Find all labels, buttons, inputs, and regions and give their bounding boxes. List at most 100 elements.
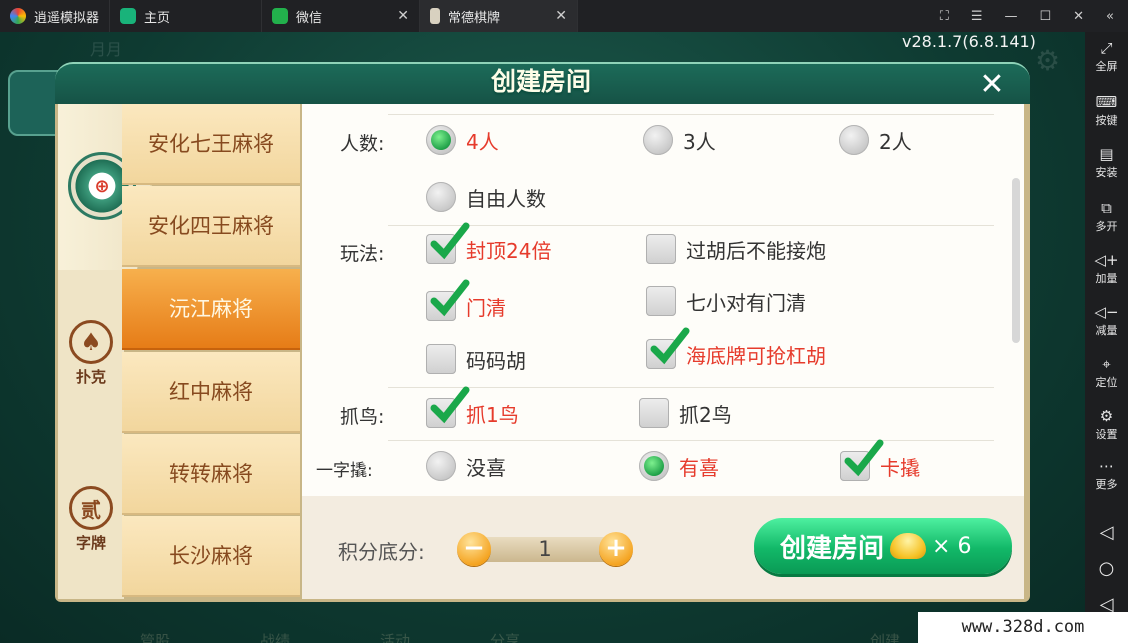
option-ka-qiao[interactable]: 卡撬 [840,439,920,483]
watermark: www.328d.com [918,612,1128,643]
fullscreen-icon: ⤢ [1100,39,1113,57]
option-label: 3人 [683,129,716,154]
app-title: 逍遥模拟器 [0,0,110,32]
room-cost: × 6 [932,533,972,559]
checkbox-icon [646,234,676,264]
sidebar-item-more[interactable]: ⋯ 更多 [1085,458,1128,492]
option-label: 卡撬 [880,455,920,480]
option-menqing[interactable]: 门清 [426,279,506,323]
option-2-players[interactable]: 2人 [839,123,912,157]
radio-icon [839,125,869,155]
base-score-label: 积分底分: [338,540,425,564]
list-item-anhua-4[interactable]: 安化四王麻将 [122,186,300,267]
create-room-dialog: 创建房间 ✕ ⊕ ♠ 扑克 贰 字牌 安化七王麻将 安化四王麻将 沅江麻将 红中… [55,62,1030,602]
option-no-xi[interactable]: 没喜 [426,449,506,483]
mahjong-list: 安化七王麻将 安化四王麻将 沅江麻将 红中麻将 转转麻将 长沙麻将 [122,104,300,599]
option-label: 七小对有门清 [686,290,806,315]
list-item-anhua-7[interactable]: 安化七王麻将 [122,104,300,185]
collapse-icon[interactable]: « [1106,9,1114,24]
player-name: 月月 [90,40,123,59]
game-tab-icon [430,8,440,24]
create-room-label: 创建房间 [780,533,885,564]
app-name: 逍遥模拟器 [34,10,100,26]
multi-window-icon: ⧉ [1101,199,1112,217]
fullscreen-icon[interactable]: ⛶ [940,9,949,24]
menu-icon[interactable]: ☰ [971,9,983,24]
checkbox-icon [646,286,676,316]
tab-changde-chess[interactable]: 常德棋牌 ✕ [420,0,578,32]
volume-down-icon: ◁− [1094,303,1119,321]
option-bird-1[interactable]: 抓1鸟 [426,386,519,430]
window-controls: ⛶ ☰ — ☐ ✕ « [940,9,1128,24]
sidebar-item-label: 更多 [1095,478,1118,491]
option-label: 抓2鸟 [679,402,732,427]
back-icon[interactable]: ◁ [1085,522,1128,543]
sidebar-item-location[interactable]: ⌖ 定位 [1085,356,1128,390]
category-tab-zipai[interactable]: 字牌 [58,532,124,553]
list-item-zhuanzhuan[interactable]: 转转麻将 [122,434,300,515]
option-label: 没喜 [466,455,506,480]
option-bird-2[interactable]: 抓2鸟 [639,396,732,430]
option-label: 2人 [879,129,912,154]
sidebar-item-volume-up[interactable]: ◁+ 加量 [1085,252,1128,286]
location-icon: ⌖ [1102,355,1111,373]
sidebar-item-label: 设置 [1095,428,1118,441]
bottom-nav-item: 创建 [870,632,901,643]
sidebar-item-keys[interactable]: ⌨ 按键 [1085,94,1128,128]
sidebar-item-install[interactable]: ▤ 安装 [1085,146,1128,180]
app-logo-icon [10,8,26,24]
option-haidi-qiang-gang[interactable]: 海底牌可抢杠胡 [646,327,826,371]
emulator-sidebar: ⤢ 全屏 ⌨ 按键 ▤ 安装 ⧉ 多开 ◁+ 加量 ◁− 减量 ⌖ 定位 ⚙ 设置 ⋯ 更多 ◁ … [1085,32,1128,643]
minimize-icon[interactable]: — [1004,9,1017,24]
settings-icon: ⚙ [1099,407,1114,425]
emulator-titlebar: 逍遥模拟器 主页 微信 ✕ 常德棋牌 ✕ ⛶ ☰ — ☐ ✕ « [0,0,1128,32]
list-item-changsha[interactable]: 长沙麻将 [122,516,300,597]
option-4-players[interactable]: 4人 [426,123,499,157]
close-tab-icon[interactable]: ✕ [555,8,567,24]
checkbox-icon [426,344,456,374]
category-tab-poker[interactable]: 扑克 [58,366,124,387]
home-icon[interactable]: ○ [1085,558,1128,579]
close-icon[interactable]: ✕ [1073,9,1084,24]
close-dialog-button[interactable]: ✕ [975,68,1009,102]
option-free-players[interactable]: 自由人数 [426,180,546,214]
option-label: 门清 [466,295,506,320]
create-room-button[interactable]: 创建房间 × 6 [754,518,1012,574]
sidebar-item-volume-down[interactable]: ◁− 减量 [1085,304,1128,338]
base-score-value[interactable]: 1 [471,537,619,562]
list-item-yuanjiang[interactable]: 沅江麻将 [122,269,300,350]
radio-selected-icon [639,451,669,481]
tab-home[interactable]: 主页 [110,0,262,32]
close-tab-icon[interactable]: ✕ [397,8,409,24]
sidebar-item-label: 减量 [1095,324,1118,337]
rules-label: 玩法: [340,243,385,265]
option-label: 4人 [466,129,499,154]
tab-wechat[interactable]: 微信 ✕ [262,0,420,32]
option-no-pao-after-hu[interactable]: 过胡后不能接炮 [646,232,826,266]
dialog-title: 创建房间 [490,67,591,96]
sidebar-item-multi[interactable]: ⧉ 多开 [1085,200,1128,234]
list-item-hongzhong[interactable]: 红中麻将 [122,352,300,433]
maximize-icon[interactable]: ☐ [1039,9,1051,24]
option-you-xi[interactable]: 有喜 [639,449,719,483]
sidebar-item-fullscreen[interactable]: ⤢ 全屏 [1085,40,1128,74]
sidebar-item-settings[interactable]: ⚙ 设置 [1085,408,1128,442]
scrollbar[interactable] [1012,178,1020,343]
option-3-players[interactable]: 3人 [643,123,716,157]
option-label: 自由人数 [466,186,546,211]
sidebar-item-label: 安装 [1095,166,1118,179]
radio-icon [426,451,456,481]
checkbox-checked-icon [426,279,470,321]
option-seven-pairs[interactable]: 七小对有门清 [646,284,806,318]
increase-button[interactable]: + [599,532,633,566]
players-label: 人数: [340,133,385,155]
tab-home-label: 主页 [144,10,171,26]
sidebar-item-label: 全屏 [1095,60,1118,73]
decrease-button[interactable]: − [457,532,491,566]
checkbox-checked-icon [426,222,470,264]
more-icon: ⋯ [1099,457,1114,475]
option-mamahu[interactable]: 码码胡 [426,342,526,376]
birds-label: 抓鸟: [340,406,385,428]
tab-wechat-label: 微信 [296,10,323,26]
option-cap-24[interactable]: 封顶24倍 [426,222,551,266]
